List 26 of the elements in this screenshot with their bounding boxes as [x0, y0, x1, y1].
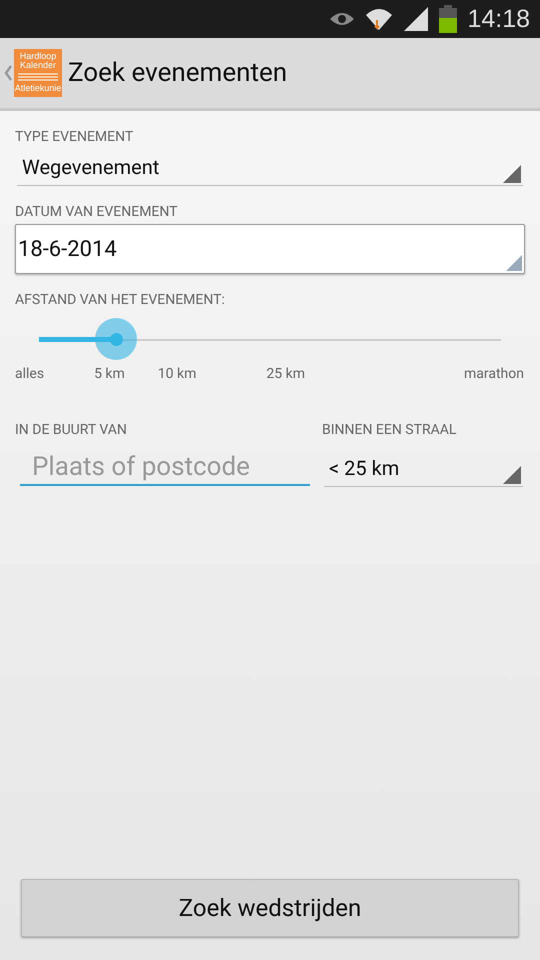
tick-label: alles [15, 366, 44, 382]
eye-icon [329, 11, 356, 27]
corner-icon [503, 466, 521, 484]
field-label: TYPE EVENEMENT [15, 129, 134, 145]
field-label: IN DE BUURT VAN [15, 422, 128, 438]
tick-label: marathon [464, 366, 524, 382]
screen-title: Zoek evenementen [68, 58, 288, 88]
radius-dropdown[interactable]: < 25 km [324, 450, 523, 487]
tick-label: 25 km [266, 366, 305, 382]
tick-label: 10 km [158, 366, 196, 382]
field-label: DATUM VAN EVENEMENT [15, 204, 179, 220]
date-field[interactable]: 18-6-2014 [15, 224, 525, 274]
signal-icon [403, 7, 430, 31]
tick-label: 5 km [94, 366, 125, 382]
search-button[interactable]: Zoek wedstrijden [21, 879, 519, 937]
battery-icon [439, 5, 458, 33]
status-time: 14:18 [467, 4, 530, 34]
wifi-icon [365, 6, 394, 32]
corner-icon [503, 165, 521, 183]
field-label: AFSTAND VAN HET EVENEMENT: [15, 292, 226, 308]
corner-icon [506, 255, 522, 271]
back-icon[interactable] [4, 65, 12, 81]
field-label: BINNEN EEN STRAAL [322, 422, 458, 438]
slider-thumb[interactable] [95, 318, 138, 360]
type-dropdown[interactable]: Wegevenement [17, 149, 523, 186]
location-input[interactable]: Plaats of postcode [20, 450, 310, 486]
